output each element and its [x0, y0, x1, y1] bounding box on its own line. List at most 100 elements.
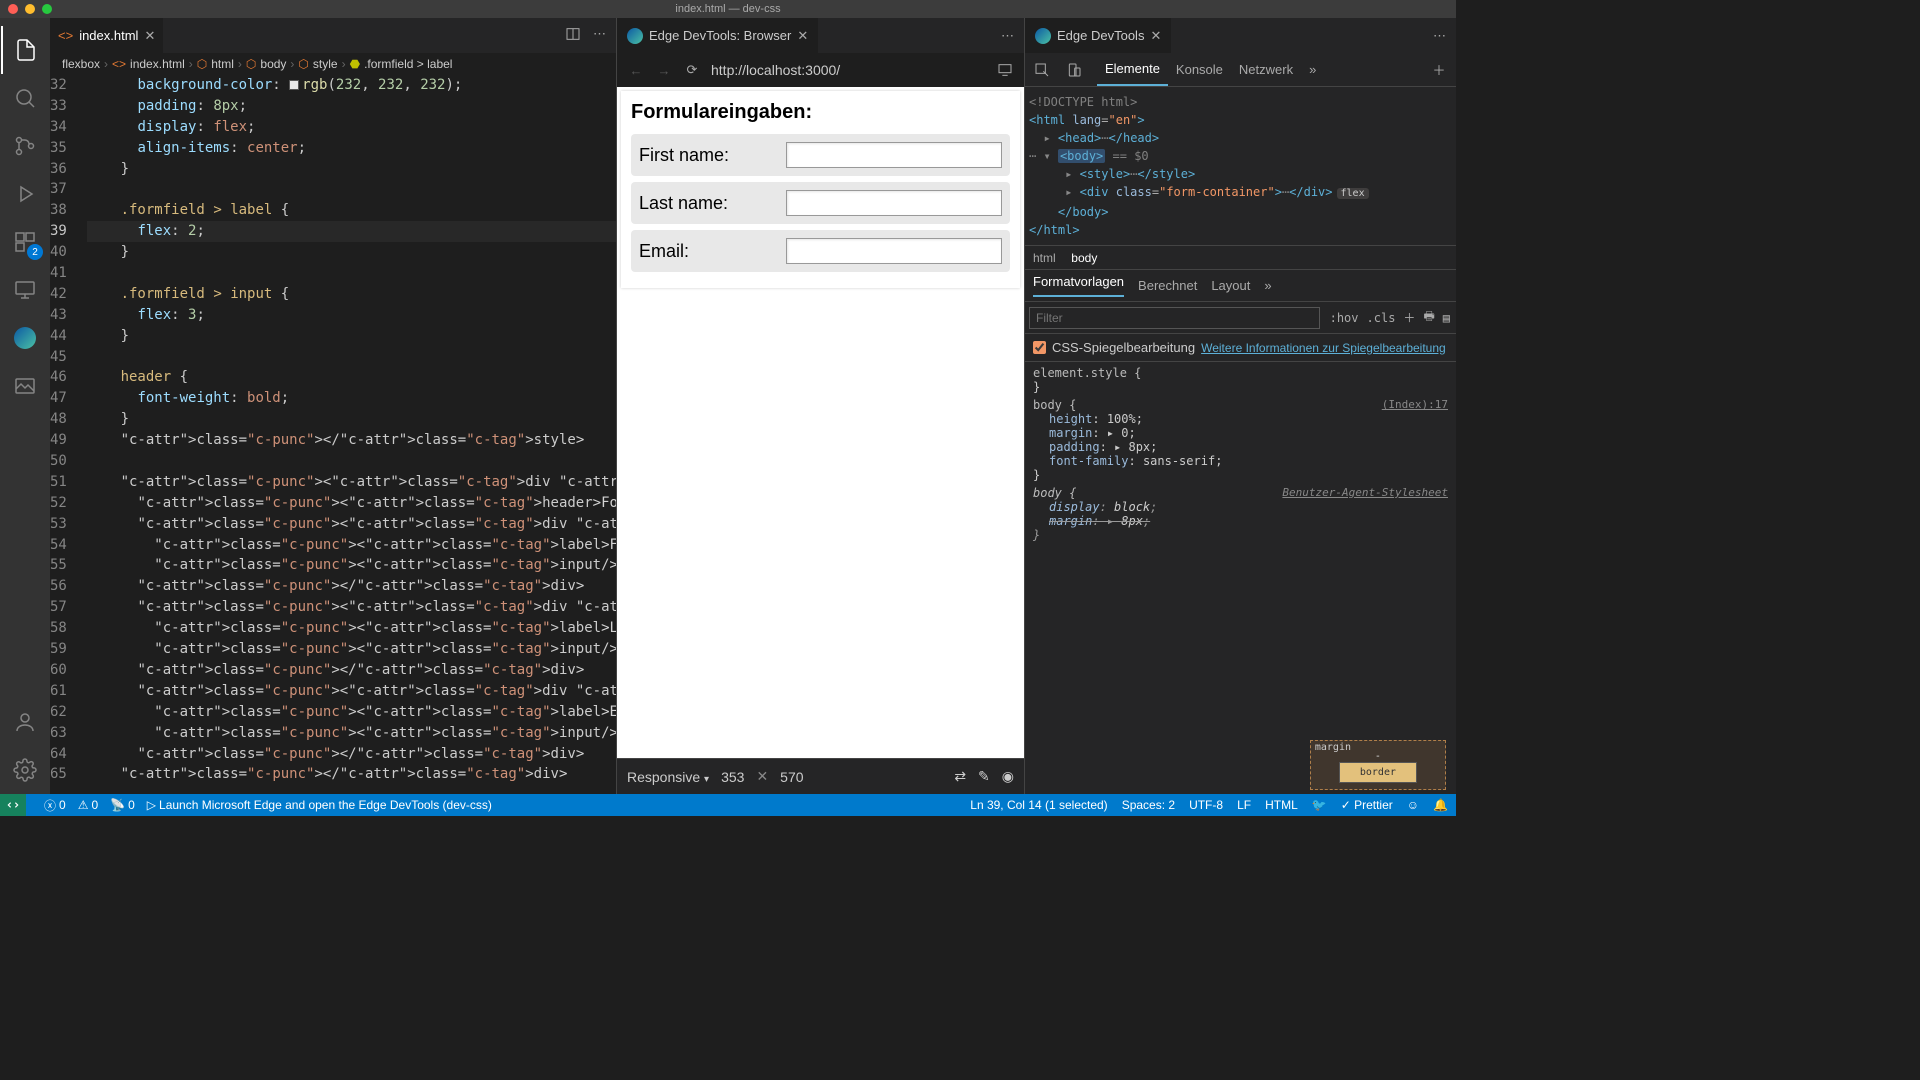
- crumb-html[interactable]: html: [1033, 251, 1056, 265]
- input-first-name[interactable]: [786, 142, 1002, 168]
- gallery-icon[interactable]: [1, 362, 49, 410]
- css-mirror-link[interactable]: Weitere Informationen zur Spiegelbearbei…: [1201, 341, 1446, 355]
- more-actions-icon[interactable]: ⋯: [593, 26, 606, 45]
- viewport-height[interactable]: 570: [780, 769, 803, 785]
- new-rule-icon[interactable]: ＋: [1403, 309, 1415, 326]
- extensions-icon[interactable]: 2: [1, 218, 49, 266]
- wand-icon[interactable]: ✎: [978, 768, 990, 785]
- crumb-style: ⬡ style: [298, 57, 337, 71]
- formfield-email: Email:: [631, 230, 1010, 272]
- remote-explorer-icon[interactable]: [1, 266, 49, 314]
- css-mirror-label: CSS-Spiegelbearbeitung: [1052, 340, 1195, 355]
- status-indentation[interactable]: Spaces: 2: [1122, 798, 1175, 812]
- styles-filter-row: :hov .cls ＋ 🖶 ▤: [1025, 302, 1456, 334]
- address-bar[interactable]: http://localhost:3000/: [711, 62, 986, 78]
- screencast-icon[interactable]: [996, 61, 1014, 79]
- reload-icon[interactable]: ⟳: [683, 61, 701, 79]
- status-feedback-icon[interactable]: ☺: [1407, 798, 1419, 812]
- source-control-icon[interactable]: [1, 122, 49, 170]
- close-tab-icon[interactable]: ✕: [144, 28, 155, 44]
- code-editor[interactable]: 3233343536373839404142434445464748495051…: [50, 75, 616, 794]
- status-bell-icon[interactable]: 🔔: [1433, 798, 1448, 812]
- devtools-tab[interactable]: Edge DevTools ✕: [1025, 18, 1171, 53]
- crumb-body: ⬡ body: [246, 57, 287, 71]
- label-last-name: Last name:: [639, 193, 782, 214]
- status-launch-task[interactable]: ▷ Launch Microsoft Edge and open the Edg…: [147, 798, 492, 812]
- more-preview-actions-icon[interactable]: ⋯: [1001, 28, 1014, 44]
- settings-gear-icon[interactable]: [1, 746, 49, 794]
- close-preview-tab-icon[interactable]: ✕: [797, 28, 808, 44]
- subtab-computed[interactable]: Berechnet: [1138, 278, 1197, 293]
- styles-filter-input[interactable]: [1029, 307, 1320, 329]
- rule-source-link[interactable]: (Index):17: [1382, 398, 1448, 411]
- status-warnings[interactable]: ⚠ 0: [78, 798, 98, 812]
- status-tweet-icon[interactable]: 🐦: [1312, 798, 1327, 812]
- formfield-last-name: Last name:: [631, 182, 1010, 224]
- devtools-pane: Edge DevTools ✕ ⋯ Elemente Konsole Netzw…: [1024, 18, 1456, 794]
- panel-console[interactable]: Konsole: [1168, 53, 1231, 86]
- preview-viewport[interactable]: Formulareingaben: First name: Last name:…: [617, 87, 1024, 758]
- activity-bar: 2: [0, 18, 50, 794]
- editor-tab[interactable]: <> index.html ✕: [50, 18, 163, 53]
- responsive-dropdown[interactable]: Responsive ▾: [627, 769, 709, 785]
- browser-preview-pane: Edge DevTools: Browser ✕ ⋯ ← → ⟳ http://…: [616, 18, 1024, 794]
- preview-tab[interactable]: Edge DevTools: Browser ✕: [617, 18, 818, 53]
- device-emulation-icon[interactable]: [1065, 61, 1083, 79]
- subtab-layout[interactable]: Layout: [1211, 278, 1250, 293]
- add-panel-icon[interactable]: ＋: [1430, 61, 1448, 79]
- breadcrumb-bar[interactable]: flexbox › <> index.html › ⬡ html › ⬡ bod…: [50, 53, 616, 75]
- explorer-icon[interactable]: [1, 26, 49, 74]
- status-language[interactable]: HTML: [1265, 798, 1298, 812]
- titlebar: index.html — dev-css: [0, 0, 1456, 18]
- crumb-file: <> index.html: [112, 57, 185, 71]
- subtab-overflow-icon[interactable]: »: [1264, 278, 1271, 293]
- status-errors[interactable]: ⓧ 0: [44, 797, 66, 814]
- css-mirror-row: CSS-Spiegelbearbeitung Weitere Informati…: [1025, 334, 1456, 362]
- devtools-toolbar: Elemente Konsole Netzwerk » ＋: [1025, 53, 1456, 87]
- panel-overflow-icon[interactable]: »: [1301, 53, 1324, 86]
- styles-panel[interactable]: element.style { } body {(Index):17 heigh…: [1025, 362, 1456, 794]
- edge-tools-icon[interactable]: [1, 314, 49, 362]
- maximize-window-icon[interactable]: [42, 4, 52, 14]
- extensions-badge: 2: [27, 244, 43, 260]
- crumb-body[interactable]: body: [1071, 251, 1097, 265]
- preview-tab-label: Edge DevTools: Browser: [649, 28, 791, 43]
- close-window-icon[interactable]: [8, 4, 18, 14]
- status-eol[interactable]: LF: [1237, 798, 1251, 812]
- panel-elements[interactable]: Elemente: [1097, 53, 1168, 86]
- account-icon[interactable]: [1, 698, 49, 746]
- remote-indicator-icon[interactable]: [0, 794, 26, 816]
- inspect-element-icon[interactable]: [1033, 61, 1051, 79]
- input-last-name[interactable]: [786, 190, 1002, 216]
- dom-breadcrumbs[interactable]: html body: [1025, 245, 1456, 270]
- status-cursor-pos[interactable]: Ln 39, Col 14 (1 selected): [970, 798, 1107, 812]
- devtools-tab-label: Edge DevTools: [1057, 28, 1144, 43]
- debug-icon[interactable]: [1, 170, 49, 218]
- print-icon[interactable]: 🖶: [1423, 307, 1434, 328]
- camera-icon[interactable]: ◉: [1002, 768, 1014, 785]
- dom-tree[interactable]: <!DOCTYPE html> <html lang="en"> ▸ <head…: [1025, 87, 1456, 245]
- minimize-window-icon[interactable]: [25, 4, 35, 14]
- editor-tab-bar: <> index.html ✕ ⋯: [50, 18, 616, 53]
- viewport-width[interactable]: 353: [721, 769, 744, 785]
- subtab-styles[interactable]: Formatvorlagen: [1033, 274, 1124, 297]
- status-prettier[interactable]: ✓ Prettier: [1341, 798, 1393, 812]
- search-icon[interactable]: [1, 74, 49, 122]
- rotate-icon[interactable]: ⇄: [954, 768, 966, 785]
- more-devtools-icon[interactable]: ⋯: [1433, 28, 1446, 44]
- cls-toggle[interactable]: .cls: [1367, 311, 1396, 325]
- status-encoding[interactable]: UTF-8: [1189, 798, 1223, 812]
- hov-toggle[interactable]: :hov: [1330, 311, 1359, 325]
- status-ports[interactable]: 📡 0: [110, 798, 135, 812]
- split-editor-icon[interactable]: [565, 26, 581, 45]
- css-mirror-checkbox[interactable]: [1033, 341, 1046, 354]
- close-devtools-tab-icon[interactable]: ✕: [1150, 28, 1161, 44]
- formfield-first-name: First name:: [631, 134, 1010, 176]
- toggle-sidebar-icon[interactable]: ▤: [1443, 311, 1450, 325]
- nav-forward-icon[interactable]: →: [655, 61, 673, 79]
- panel-network[interactable]: Netzwerk: [1231, 53, 1301, 86]
- nav-back-icon[interactable]: ←: [627, 61, 645, 79]
- edge-icon: [1035, 28, 1051, 44]
- window-title: index.html — dev-css: [675, 3, 780, 15]
- input-email[interactable]: [786, 238, 1002, 264]
